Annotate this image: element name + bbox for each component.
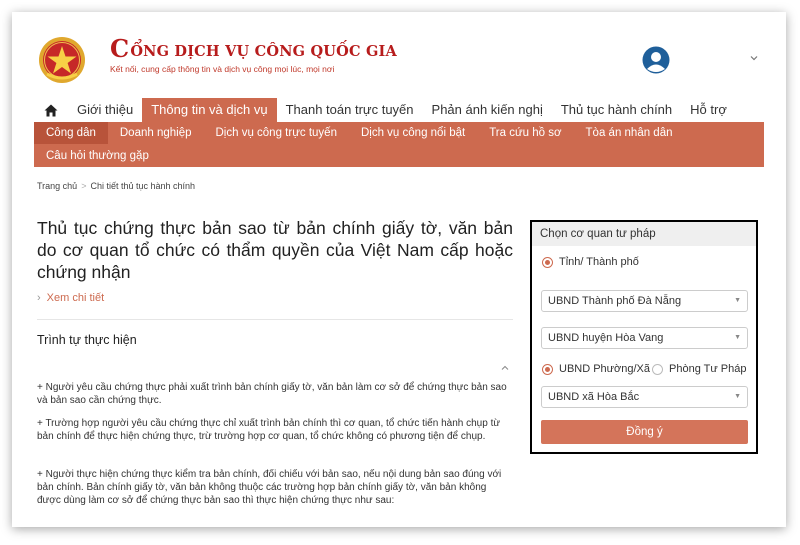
nav-item-phan-anh[interactable]: Phản ánh kiến nghị — [423, 98, 552, 122]
procedure-step: + Người thực hiện chứng thực kiểm tra bả… — [37, 469, 502, 506]
main-nav: Giới thiệu Thông tin và dịch vụ Thanh to… — [34, 98, 736, 122]
subnav-item-dvc-truc-tuyen[interactable]: Dịch vụ công trực tuyến — [204, 122, 349, 144]
procedure-step: + Người yêu cầu chứng thực phải xuất trì… — [37, 382, 507, 406]
city-select[interactable]: UBND Thành phố Đà Nẵng ▼ — [541, 290, 748, 312]
home-icon — [44, 104, 58, 116]
see-more-link[interactable]: › Xem chi tiết — [37, 292, 104, 304]
breadcrumb: Trang chủ > Chi tiết thủ tục hành chính — [37, 181, 195, 191]
brand-title-text: ỔNG DỊCH VỤ CÔNG QUỐC GIA — [130, 43, 397, 60]
subnav-item-cong-dan[interactable]: Công dân — [34, 122, 108, 144]
radio-button-selected[interactable] — [542, 256, 553, 268]
brand-title-initial: C — [110, 34, 130, 63]
section-title[interactable]: Trình tự thực hiện — [37, 333, 137, 347]
radio-button-selected[interactable] — [542, 363, 553, 375]
nav-item-gioi-thieu[interactable]: Giới thiệu — [68, 98, 142, 122]
user-avatar-icon[interactable] — [642, 46, 670, 74]
see-more-label: Xem chi tiết — [46, 292, 105, 304]
district-select-value: UBND huyện Hòa Vang — [548, 332, 664, 344]
city-select-value: UBND Thành phố Đà Nẵng — [548, 295, 682, 307]
nav-home[interactable] — [34, 98, 68, 122]
radio-button[interactable] — [652, 363, 663, 375]
subnav-item-toa-an[interactable]: Tòa án nhân dân — [574, 122, 685, 144]
nav-item-ho-tro[interactable]: Hỗ trợ — [681, 98, 736, 122]
subnav-item-tra-cuu[interactable]: Tra cứu hồ sơ — [477, 122, 573, 144]
brand-subtitle: Kết nối, cung cấp thông tin và dịch vụ c… — [110, 64, 335, 74]
sub-nav-row: Câu hỏi thường gặp — [34, 145, 161, 167]
breadcrumb-separator: > — [81, 181, 87, 191]
chevron-down-icon[interactable] — [748, 52, 760, 64]
site-header: C ỔNG DỊCH VỤ CÔNG QUỐC GIA Kết nối, cun… — [12, 12, 786, 96]
ward-select[interactable]: UBND xã Hòa Bắc ▼ — [541, 386, 748, 408]
breadcrumb-current: Chi tiết thủ tục hành chính — [90, 181, 196, 191]
subnav-item-doanh-nghiep[interactable]: Doanh nghiệp — [108, 122, 204, 144]
ward-select-value: UBND xã Hòa Bắc — [548, 391, 640, 403]
brand-title: C ỔNG DỊCH VỤ CÔNG QUỐC GIA — [110, 34, 397, 63]
radio-justice[interactable]: Phòng Tư Pháp — [652, 363, 747, 375]
caret-down-icon: ▼ — [734, 297, 741, 304]
chevron-right-icon: › — [37, 292, 41, 304]
breadcrumb-home[interactable]: Trang chủ — [37, 181, 77, 191]
radio-ward[interactable]: UBND Phường/Xã — [542, 363, 650, 375]
subnav-item-cau-hoi[interactable]: Câu hỏi thường gặp — [34, 145, 161, 167]
sub-nav-row: Công dân Doanh nghiệp Dịch vụ công trực … — [34, 122, 685, 144]
national-emblem-icon[interactable] — [38, 36, 86, 84]
nav-item-thu-tuc[interactable]: Thủ tục hành chính — [552, 98, 681, 122]
radio-justice-label: Phòng Tư Pháp — [669, 363, 747, 375]
nav-item-thanh-toan[interactable]: Thanh toán trực tuyến — [277, 98, 423, 122]
browser-frame: C ỔNG DỊCH VỤ CÔNG QUỐC GIA Kết nối, cun… — [12, 12, 786, 527]
subnav-item-dvc-noi-bat[interactable]: Dịch vụ công nổi bật — [349, 122, 477, 144]
divider — [37, 319, 513, 320]
brand[interactable]: C ỔNG DỊCH VỤ CÔNG QUỐC GIA Kết nối, cun… — [110, 34, 397, 75]
chevron-up-icon[interactable] — [500, 363, 510, 373]
caret-down-icon: ▼ — [734, 334, 741, 341]
radio-province-label: Tỉnh/ Thành phố — [559, 256, 639, 268]
page-title: Thủ tục chứng thực bản sao từ bản chính … — [37, 218, 513, 282]
procedure-step: + Trường hợp người yêu cầu chứng thực ch… — [37, 418, 501, 442]
radio-province[interactable]: Tỉnh/ Thành phố — [542, 256, 639, 268]
radio-ward-label: UBND Phường/Xã — [559, 363, 651, 375]
justice-office-panel: Chọn cơ quan tư pháp Tỉnh/ Thành phố UBN… — [530, 220, 758, 454]
caret-down-icon: ▼ — [734, 393, 741, 400]
panel-title: Chọn cơ quan tư pháp — [532, 222, 756, 246]
district-select[interactable]: UBND huyện Hòa Vang ▼ — [541, 327, 748, 349]
submit-button[interactable]: Đồng ý — [541, 420, 748, 444]
nav-item-thong-tin-dich-vu[interactable]: Thông tin và dịch vụ — [142, 98, 277, 122]
sub-nav: Công dân Doanh nghiệp Dịch vụ công trực … — [34, 122, 764, 167]
